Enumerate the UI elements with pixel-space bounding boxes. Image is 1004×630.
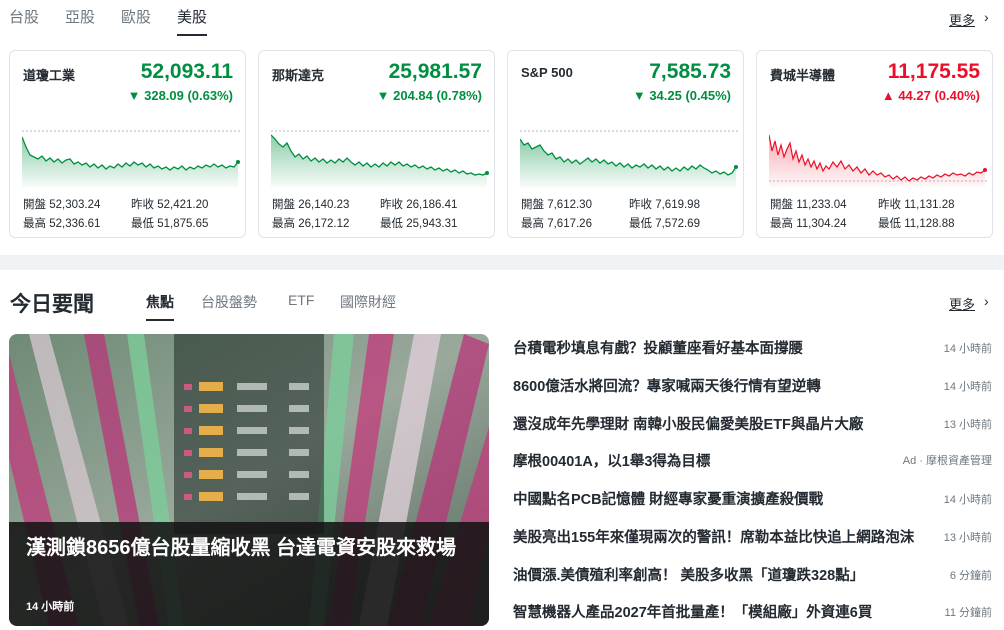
- low-value: 11,128.88: [904, 218, 955, 230]
- hero-story[interactable]: 漢測鎖8656億台股量縮收黑 台達電資安股來救場 14 小時前: [9, 334, 489, 626]
- index-price: 25,981.57: [388, 60, 482, 83]
- index-stats: 開盤 7,612.30 昨收 7,619.98 最高 7,617.26 最低 7…: [521, 199, 700, 230]
- low-value: 7,572.69: [655, 218, 700, 230]
- tab-intl-finance[interactable]: 國際財經: [340, 292, 396, 321]
- hero-timestamp: 14 小時前: [26, 601, 75, 613]
- news-list-item[interactable]: 油價漲.美債殖利率創高！ 美股多收黑「道瓊跌328點」 6 分鐘前: [513, 560, 995, 590]
- index-card-sox[interactable]: 費城半導體 11,175.55 ▲ 44.27 (0.40%) 開盤 11,23…: [756, 50, 993, 238]
- open-value: 11,233.04: [796, 199, 847, 211]
- prev-close-value: 26,186.41: [406, 199, 458, 211]
- index-name: 費城半導體: [770, 68, 836, 83]
- news-section-title: 今日要聞: [10, 293, 94, 316]
- news-list-item[interactable]: 中國點名PCB記憶體 財經專家憂重演擴產殺價戰 14 小時前: [513, 484, 995, 514]
- hero-headline[interactable]: 漢測鎖8656億台股量縮收黑 台達電資安股來救場: [26, 534, 476, 563]
- ad-sponsor-label: Ad · 摩根資產管理: [902, 455, 992, 467]
- index-stats: 開盤 26,140.23 昨收 26,186.41 最高 26,172.12 最…: [272, 199, 458, 230]
- news-more-link[interactable]: 更多: [949, 294, 975, 313]
- news-list-item[interactable]: 8600億活水將回流？專家喊兩天後行情有望逆轉 14 小時前: [513, 371, 995, 401]
- index-price: 11,175.55: [887, 60, 980, 83]
- news-list-item[interactable]: 台積電秒填息有戲？投顧董座看好基本面撐腰 14 小時前: [513, 333, 995, 363]
- open-value: 7,612.30: [547, 199, 592, 211]
- index-name: 那斯達克: [272, 68, 325, 83]
- high-value: 26,172.12: [298, 218, 350, 230]
- ad-sponsor: 摩根資產管理: [926, 455, 992, 467]
- high-value: 7,617.26: [547, 218, 592, 230]
- tab-tw-market[interactable]: 台股盤勢: [201, 292, 257, 321]
- tab-asia-stock[interactable]: 亞股: [65, 8, 95, 36]
- prev-close-value: 11,131.28: [904, 199, 955, 211]
- low-value: 25,943.31: [406, 218, 458, 230]
- market-more-link[interactable]: 更多: [949, 10, 975, 29]
- news-list-item[interactable]: 美股亮出155年來僅現兩次的警訊！席勒本益比快追上網路泡沫 13 小時前: [513, 522, 995, 552]
- news-list-item-ad[interactable]: 摩根00401A，以1舉3得為目標 Ad · 摩根資產管理: [513, 446, 995, 476]
- high-value: 11,304.24: [796, 218, 847, 230]
- index-name: S&P 500: [521, 65, 573, 80]
- high-value: 52,336.61: [49, 218, 101, 230]
- news-timestamp: 14 小時前: [943, 381, 992, 393]
- index-card-dow[interactable]: 道瓊工業 52,093.11 ▼ 328.09 (0.63%) 開盤 52,30…: [9, 50, 246, 238]
- index-change: ▼ 204.84 (0.78%): [376, 88, 482, 103]
- chevron-right-icon[interactable]: ›: [984, 9, 989, 25]
- sparkline-chart: [22, 130, 240, 187]
- tab-us-stock[interactable]: 美股: [177, 8, 208, 36]
- open-value: 52,303.24: [49, 199, 101, 211]
- tab-etf[interactable]: ETF: [288, 292, 314, 321]
- news-timestamp: 13 小時前: [943, 532, 992, 544]
- prev-close-value: 52,421.20: [157, 199, 209, 211]
- index-price: 7,585.73: [649, 60, 731, 83]
- news-headline[interactable]: 油價漲.美債殖利率創高！ 美股多收黑「道瓊跌328點」: [513, 564, 864, 585]
- section-divider: [0, 255, 1004, 270]
- index-stats: 開盤 52,303.24 昨收 52,421.20 最高 52,336.61 最…: [23, 199, 209, 230]
- index-change: ▼ 328.09 (0.63%): [127, 88, 233, 103]
- news-headline[interactable]: 摩根00401A，以1舉3得為目標: [513, 450, 710, 471]
- low-value: 51,875.65: [157, 218, 209, 230]
- index-name: 道瓊工業: [23, 68, 76, 83]
- news-list-item[interactable]: 智慧機器人產品2027年首批量產！「模組廠」外資連6買 11 分鐘前: [513, 597, 995, 627]
- index-change: ▲ 44.27 (0.40%): [881, 88, 980, 103]
- sparkline-chart: [271, 130, 489, 187]
- tab-tw-stock[interactable]: 台股: [9, 8, 39, 36]
- index-change: ▼ 34.25 (0.45%): [632, 88, 731, 103]
- ad-badge: Ad: [902, 455, 917, 467]
- news-headline[interactable]: 還沒成年先學理財 南韓小股民偏愛美股ETF與晶片大廠: [513, 413, 863, 434]
- tab-focus[interactable]: 焦點: [146, 292, 174, 321]
- news-list-item[interactable]: 還沒成年先學理財 南韓小股民偏愛美股ETF與晶片大廠 13 小時前: [513, 409, 995, 439]
- news-timestamp: 11 分鐘前: [944, 607, 992, 619]
- sparkline-chart: [769, 134, 987, 187]
- index-card-nasdaq[interactable]: 那斯達克 25,981.57 ▼ 204.84 (0.78%) 開盤 26,14…: [258, 50, 495, 238]
- news-headline[interactable]: 台積電秒填息有戲？投顧董座看好基本面撐腰: [513, 337, 803, 358]
- news-timestamp: 14 小時前: [943, 343, 992, 355]
- chevron-right-icon[interactable]: ›: [984, 293, 989, 309]
- news-headline[interactable]: 美股亮出155年來僅現兩次的警訊！席勒本益比快追上網路泡沫: [513, 526, 914, 547]
- sparkline-chart: [520, 130, 738, 187]
- index-stats: 開盤 11,233.04 昨收 11,131.28 最高 11,304.24 最…: [770, 199, 955, 230]
- market-tabs: 台股 亞股 歐股 美股 更多 ›: [0, 0, 1004, 40]
- news-timestamp: 6 分鐘前: [949, 570, 992, 582]
- news-headline[interactable]: 8600億活水將回流？專家喊兩天後行情有望逆轉: [513, 375, 821, 396]
- news-headline[interactable]: 智慧機器人產品2027年首批量產！「模組廠」外資連6買: [513, 601, 872, 622]
- prev-close-value: 7,619.98: [655, 199, 700, 211]
- news-timestamp: 13 小時前: [943, 419, 992, 431]
- tab-europe-stock[interactable]: 歐股: [121, 8, 151, 36]
- news-timestamp: 14 小時前: [943, 494, 992, 506]
- news-headline[interactable]: 中國點名PCB記憶體 財經專家憂重演擴產殺價戰: [513, 488, 823, 509]
- index-price: 52,093.11: [140, 60, 233, 83]
- index-card-sp500[interactable]: S&P 500 7,585.73 ▼ 34.25 (0.45%) 開盤 7,61…: [507, 50, 744, 238]
- open-value: 26,140.23: [298, 199, 350, 211]
